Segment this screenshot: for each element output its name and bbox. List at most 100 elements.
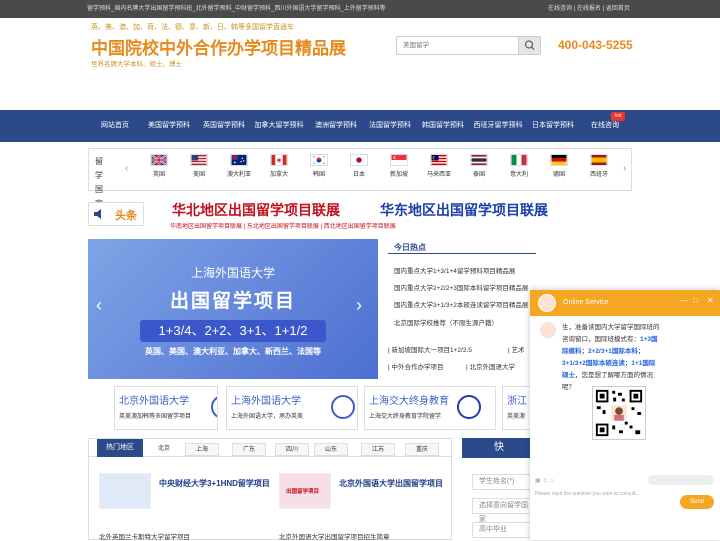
chat-widget: Online Service — □ ✕ 生，准备读国内大学留学国际班的咨询窗口… [530, 290, 720, 540]
grade-select[interactable]: 高中毕业 [472, 522, 534, 538]
school-sub: 英美澳 [507, 414, 526, 420]
banner-countries: 英国、美国、澳大利亚、加拿大、新西兰、法国等 [145, 347, 321, 356]
banner-prev-arrow[interactable]: ‹ [96, 295, 102, 316]
hot-news-link-art[interactable]: | 艺术 [508, 344, 525, 354]
school-card-sisu[interactable]: 上海外国语大学 上海外国语大学，承办英美 [226, 386, 358, 430]
nav-item-korea[interactable]: 韩国留学预科 [416, 110, 470, 142]
area-card[interactable]: 出国留学项目 北京外国语大学出国留学项目 [279, 473, 459, 513]
top-bar-keywords: 留学预科_国内名牌大学出国留学预科班_北外留学预科_中财留学预科_西川外国语大学… [87, 6, 386, 12]
tab-area[interactable]: 江苏 [361, 443, 395, 456]
country-prev-arrow[interactable]: ‹ [125, 163, 128, 174]
hot-news-item[interactable]: 国内重点大学1+3/1+4留学预科项目精品展 [394, 265, 534, 275]
speaker-icon [94, 209, 101, 219]
nav-item-france[interactable]: 法国留学预科 [364, 110, 416, 142]
country-japan[interactable]: 日本 [342, 154, 376, 178]
country-uk[interactable]: 英国 [142, 154, 176, 178]
nav-item-australia[interactable]: 澳洲留学预科 [308, 110, 364, 142]
country-name: 新加坡 [389, 172, 408, 178]
country-name: 加拿大 [269, 172, 288, 178]
tab-area[interactable]: 重庆 [405, 443, 439, 456]
country-singapore[interactable]: 新加坡 [382, 154, 416, 178]
nav-item-spain[interactable]: 西班牙留学预科 [470, 110, 526, 142]
tab-area[interactable]: 广东 [232, 443, 266, 456]
school-card-sjtu[interactable]: 上海交大终身教育 上海交大终身教育学院留学 [364, 386, 496, 430]
hot-news-item[interactable]: 北京国际学校推荐（不限生源户籍） [394, 317, 534, 327]
student-name-field[interactable]: 学生姓名(*) [472, 474, 534, 490]
country-spain[interactable]: 西班牙 [582, 154, 616, 178]
banner-next-arrow[interactable]: › [356, 295, 362, 316]
close-icon[interactable]: ✕ [707, 296, 714, 305]
country-malaysia[interactable]: 马来西亚 [422, 154, 456, 178]
tab-area[interactable]: 四川 [275, 443, 309, 456]
school-sub: 上海外国语大学，承办英美 [231, 414, 304, 420]
hot-news-item[interactable]: 国内重点大学3+1/3+2本硕连读留学项目精品展 [394, 299, 534, 309]
country-name: 澳大利亚 [226, 172, 251, 178]
area-card-image [99, 473, 151, 509]
top-bar: 留学预科_国内名牌大学出国留学预科班_北外留学预科_中财留学预科_西川外国语大学… [0, 0, 720, 18]
headline-sub-links[interactable]: 华南地区出国留学项目联展 | 东北地区出国留学项目联展 | 西北地区出国留学项目… [170, 221, 396, 230]
emoji-icon[interactable]: ☺ [542, 478, 548, 484]
tab-area[interactable]: 北京 [147, 443, 181, 456]
country-italy[interactable]: 意大利 [502, 154, 536, 178]
country-name: 意大利 [509, 172, 528, 178]
top-link-home[interactable]: 返回首页 [606, 6, 630, 12]
hot-news-title: 今日热点 [394, 243, 426, 252]
country-korea[interactable]: 韩国 [302, 154, 336, 178]
chat-service-title: Online Service [563, 299, 609, 306]
country-name: 日本 [352, 172, 365, 178]
nav-item-uk[interactable]: 英国留学预科 [198, 110, 250, 142]
country-next-arrow[interactable]: › [623, 163, 626, 174]
country-australia[interactable]: 澳大利亚 [222, 154, 256, 178]
banner-school: 上海外国语大学 [190, 266, 275, 280]
send-button[interactable]: Send [680, 495, 714, 509]
attach-icon[interactable]: ⌂ [550, 478, 554, 484]
site-logo[interactable]: 中国院校中外合作办学项目精品展 [91, 34, 346, 59]
school-cards: 北京外国语大学 英美澳加韩等多国留学项目 上海外国语大学 上海外国语大学，承办英… [88, 386, 544, 430]
headline-label: 头条 [115, 210, 137, 222]
nav-item-japan[interactable]: 日本留学预科 [526, 110, 580, 142]
nav-item-canada[interactable]: 加拿大留学预科 [250, 110, 308, 142]
tab-area[interactable]: 上海 [185, 443, 219, 456]
hot-news-link-joint[interactable]: | 中外合作办学项目 [388, 361, 444, 371]
country-select[interactable]: 选择意向留学国家 [472, 498, 534, 523]
flag-malaysia-icon [430, 154, 448, 166]
country-germany[interactable]: 德国 [542, 154, 576, 178]
top-link-signup[interactable]: 在线报名 [577, 6, 601, 12]
search-icon [524, 40, 535, 50]
school-emblem-icon [331, 395, 355, 419]
chat-header[interactable]: Online Service — □ ✕ [530, 290, 720, 316]
chat-highlight: 3+1/3+2国际本硕连读 [562, 360, 625, 367]
top-link-consult[interactable]: 在线咨询 [548, 6, 572, 12]
school-card-bfsu[interactable]: 北京外国语大学 英美澳加韩等多国留学项目 [114, 386, 218, 430]
headline-north-link[interactable]: 华北地区出国留学项目联展 [172, 200, 340, 220]
nav-item-us[interactable]: 美国留学预科 [140, 110, 198, 142]
minimize-icon[interactable]: — [680, 296, 688, 305]
maximize-icon[interactable]: □ [693, 296, 698, 305]
hot-news-item[interactable]: 国内重点大学2+2/2+3国际本科留学项目精品展 [394, 282, 534, 292]
search-button[interactable] [518, 37, 540, 54]
search-input[interactable] [397, 37, 519, 54]
area-card-title: 北京外国语大学出国留学项目 [339, 479, 443, 488]
image-icon[interactable]: ▣ [535, 478, 541, 484]
country-name: 马来西亚 [426, 172, 451, 178]
school-sub: 英美澳加韩等多国留学项目 [119, 414, 192, 420]
nav-item-home[interactable]: 网站首页 [92, 110, 138, 142]
chat-input[interactable]: Please input the question you want to co… [535, 491, 640, 497]
hot-news-link-bfsu[interactable]: | 北京外国语大学 [466, 361, 515, 371]
banner-programs: 1+3/4、2+2、3+1、1+1/2 [140, 320, 326, 342]
flag-italy-icon [510, 154, 528, 166]
area-card[interactable]: 中央财经大学3+1HND留学项目 [99, 473, 279, 513]
hot-news-link-singapore[interactable]: | 新加坡国际大一项目1+2/2.5 [388, 344, 472, 354]
school-name: 北京外国语大学 [119, 396, 189, 407]
banner-title: 出国留学项目 [169, 291, 296, 312]
area-card-title: 中央财经大学3+1HND留学项目 [159, 479, 270, 488]
tab-area[interactable]: 山东 [314, 443, 348, 456]
promo-banner[interactable]: 上海外国语大学 出国留学项目 1+3/4、2+2、3+1、1+1/2 英国、美国… [88, 239, 378, 379]
header-tagline-countries: 英、美、澳、加、荷、法、德、意、新、日、韩等多国留学直通车 [91, 24, 294, 31]
country-us[interactable]: 美国 [182, 154, 216, 178]
tab-hot-area[interactable]: 热门地区 [97, 439, 143, 457]
country-thailand[interactable]: 泰国 [462, 154, 496, 178]
chat-highlight: 2+2/3+1国际本科 [588, 348, 638, 355]
headline-east-link[interactable]: 华东地区出国留学项目联展 [380, 200, 548, 220]
country-canada[interactable]: 加拿大 [262, 154, 296, 178]
